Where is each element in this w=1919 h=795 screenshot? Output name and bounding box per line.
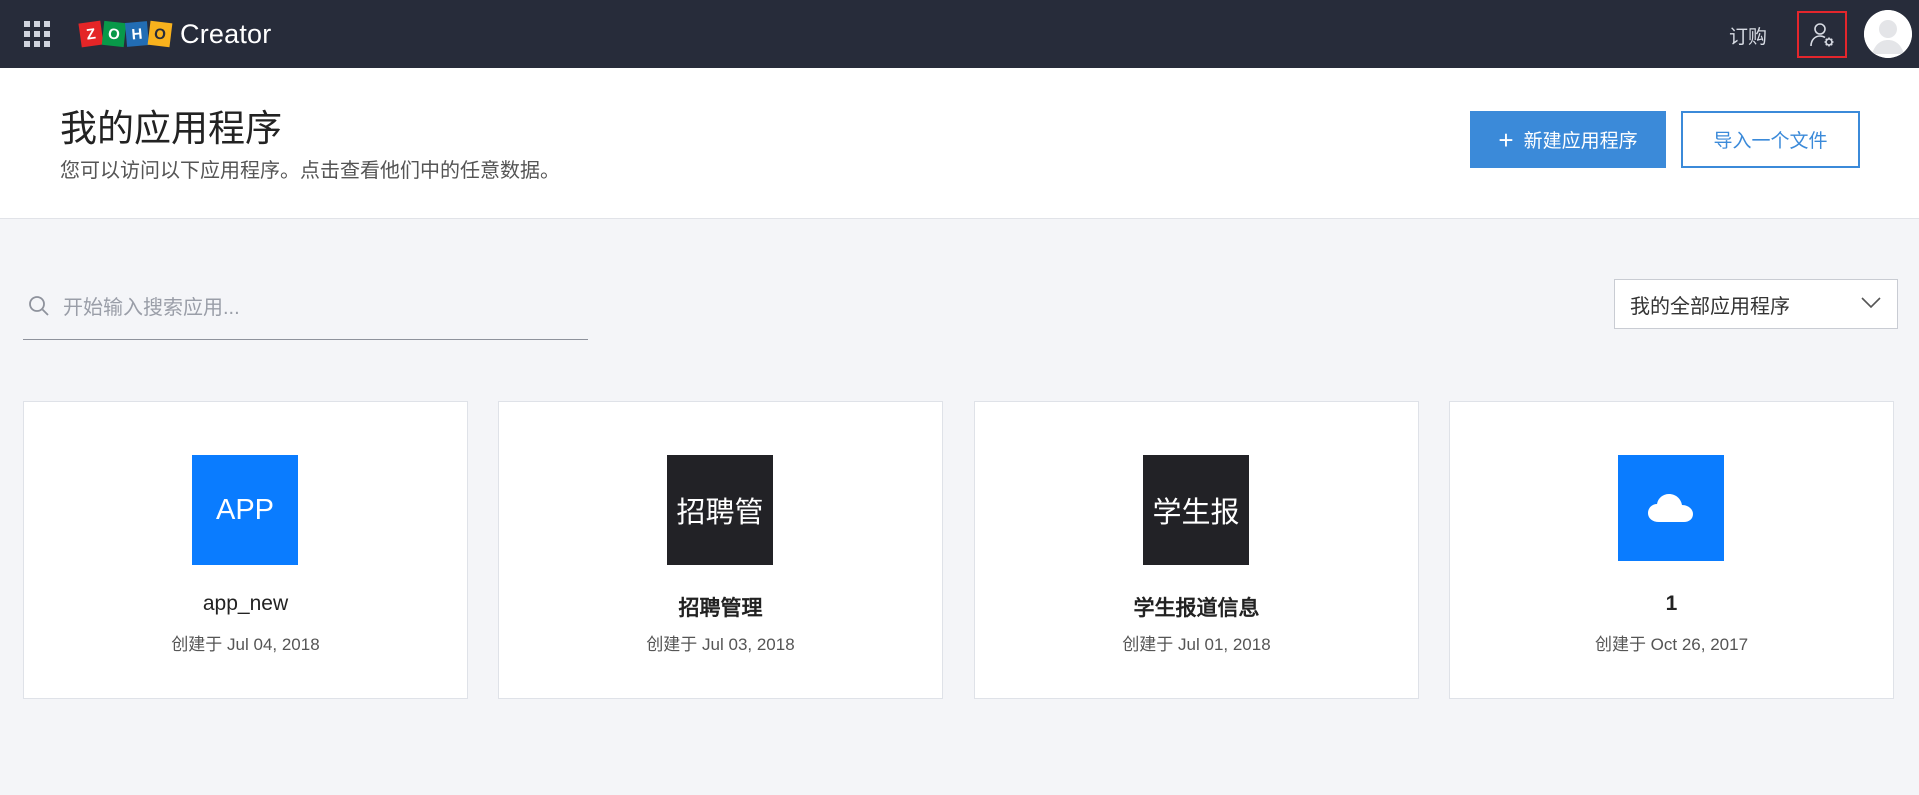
- logo-letter: O: [147, 20, 173, 48]
- zoho-creator-logo[interactable]: Z O H O Creator: [78, 15, 272, 53]
- app-name: 1: [1665, 592, 1678, 615]
- app-icon: 招聘管: [667, 455, 773, 565]
- app-created-date: 创建于 Jul 04, 2018: [171, 635, 320, 654]
- app-name: 学生报道信息: [1133, 597, 1260, 620]
- app-icon: APP: [192, 455, 298, 565]
- app-card[interactable]: 招聘管 招聘管理 创建于 Jul 03, 2018: [498, 401, 943, 699]
- app-launcher-grid-icon[interactable]: [24, 21, 50, 47]
- cloud-icon: [1648, 494, 1693, 522]
- app-filter-dropdown[interactable]: 我的全部应用程序: [1614, 279, 1898, 329]
- import-file-button[interactable]: 导入一个文件: [1681, 111, 1860, 168]
- app-card[interactable]: 学生报 学生报道信息 创建于 Jul 01, 2018: [974, 401, 1419, 699]
- page-header: 我的应用程序 您可以访问以下应用程序。点击查看他们中的任意数据。 + 新建应用程…: [0, 68, 1919, 219]
- product-name: Creator: [180, 18, 272, 49]
- search-input[interactable]: [63, 290, 578, 326]
- logo-letter: Z: [78, 20, 104, 48]
- app-icon: 学生报: [1143, 455, 1249, 565]
- app-created-date: 创建于 Jul 03, 2018: [646, 635, 795, 654]
- user-avatar-icon: [1864, 10, 1912, 58]
- app-created-date: 创建于 Jul 01, 2018: [1122, 635, 1271, 654]
- page-subtitle: 您可以访问以下应用程序。点击查看他们中的任意数据。: [60, 160, 560, 182]
- logo-letter: O: [101, 20, 127, 48]
- user-avatar[interactable]: [1864, 10, 1912, 58]
- page-title: 我的应用程序: [60, 108, 282, 149]
- app-created-date: 创建于 Oct 26, 2017: [1594, 635, 1749, 654]
- user-gear-icon: [1810, 22, 1834, 46]
- new-application-label: 新建应用程序: [1523, 131, 1638, 152]
- logo-letter: H: [124, 21, 150, 47]
- app-card[interactable]: 1 创建于 Oct 26, 2017: [1449, 401, 1894, 699]
- search-icon: [29, 296, 49, 316]
- app-icon: [1618, 455, 1724, 561]
- app-name: 招聘管理: [678, 597, 763, 620]
- new-application-button[interactable]: + 新建应用程序: [1470, 111, 1666, 168]
- app-card[interactable]: APP app_new 创建于 Jul 04, 2018: [23, 401, 468, 699]
- app-name: app_new: [202, 592, 289, 615]
- filter-selected-value: 我的全部应用程序: [1630, 295, 1790, 318]
- user-settings-button[interactable]: [1797, 11, 1847, 58]
- search-bar: [23, 282, 588, 340]
- subscribe-link[interactable]: 订购: [1729, 22, 1767, 49]
- top-navigation-bar: Z O H O Creator 订购: [0, 0, 1919, 68]
- plus-icon: +: [1498, 124, 1514, 155]
- chevron-down-icon: [1861, 297, 1881, 309]
